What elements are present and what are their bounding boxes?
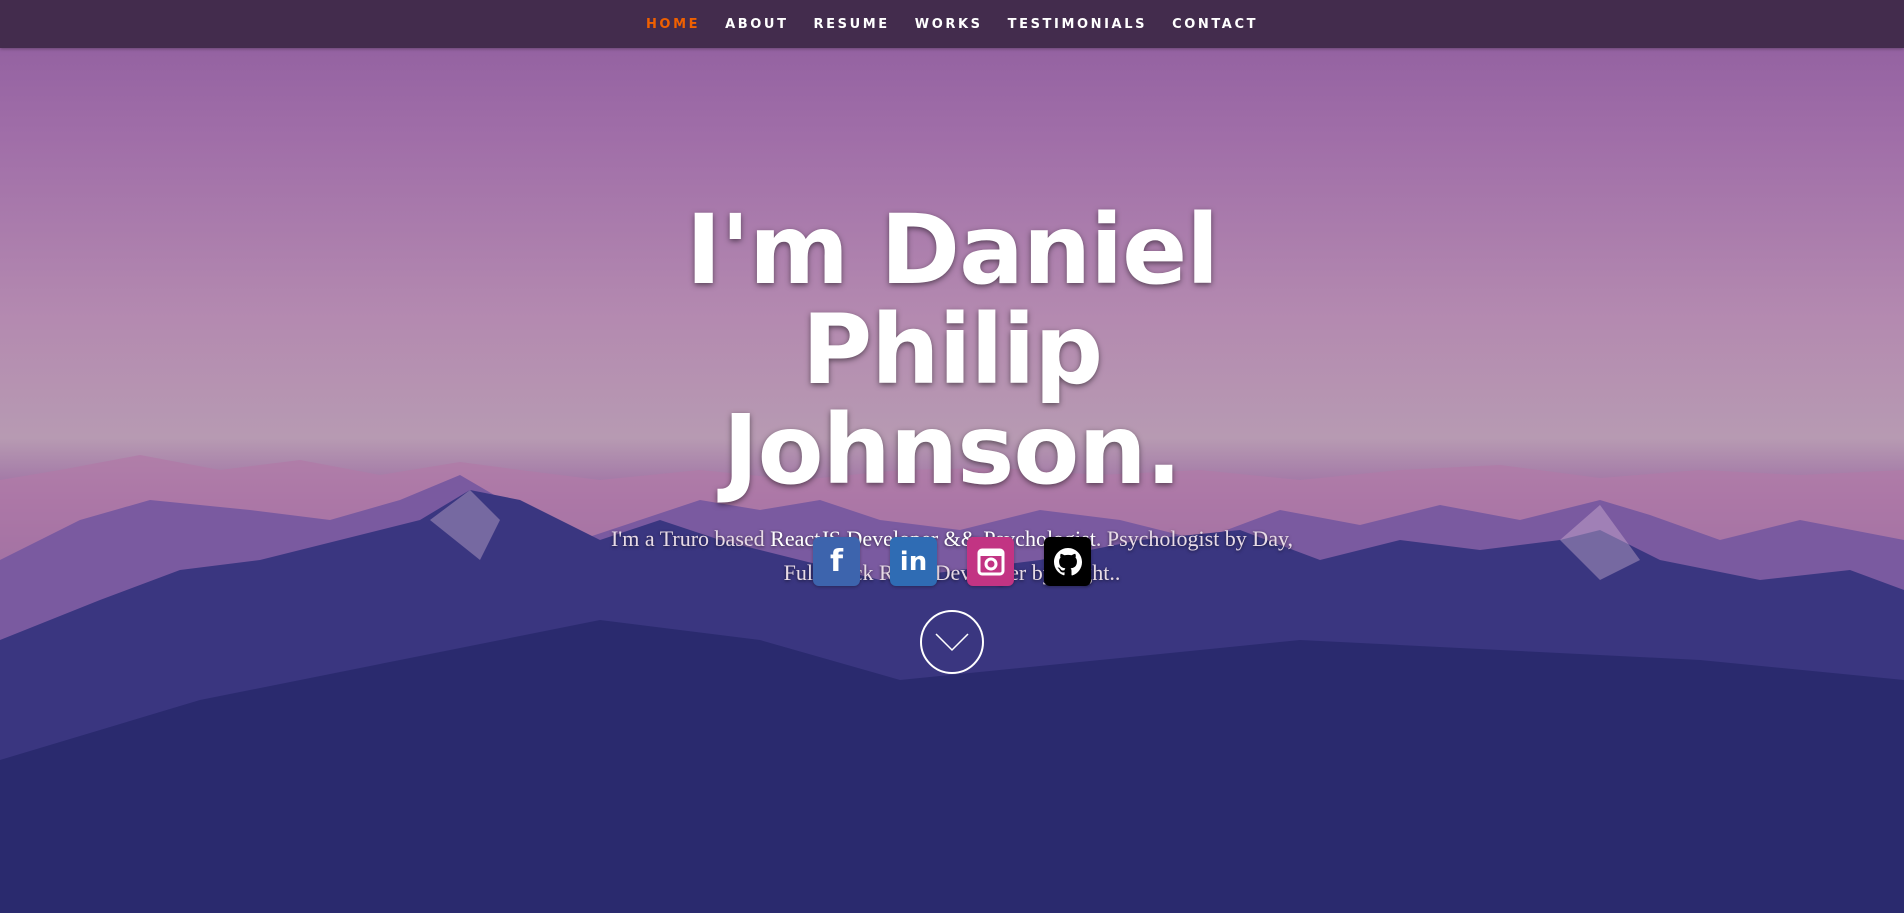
nav-testimonials[interactable]: TESTIMONIALS	[995, 17, 1159, 32]
social-links: f in	[0, 537, 1904, 586]
chevron-down-icon	[935, 633, 969, 652]
linkedin-link[interactable]: in	[890, 537, 937, 586]
nav-contact[interactable]: CONTACT	[1160, 17, 1271, 32]
facebook-icon: f	[829, 544, 844, 579]
github-icon	[1053, 547, 1082, 575]
main-nav: HOME ABOUT RESUME WORKS TESTIMONIALS CON…	[0, 0, 1904, 48]
nav-resume[interactable]: RESUME	[801, 17, 902, 32]
instagram-link[interactable]	[967, 537, 1014, 586]
hero: I'm Daniel Philip Johnson. I'm a Truro b…	[0, 200, 1904, 590]
linkedin-icon: in	[899, 546, 928, 577]
nav-home[interactable]: HOME	[633, 17, 712, 32]
scroll-down-button[interactable]	[920, 610, 984, 674]
nav-works[interactable]: WORKS	[902, 17, 995, 32]
instagram-icon	[977, 548, 1004, 575]
facebook-link[interactable]: f	[813, 537, 860, 586]
nav-about[interactable]: ABOUT	[713, 17, 801, 32]
github-link[interactable]	[1044, 537, 1091, 586]
hero-title: I'm Daniel Philip Johnson.	[685, 194, 1219, 506]
